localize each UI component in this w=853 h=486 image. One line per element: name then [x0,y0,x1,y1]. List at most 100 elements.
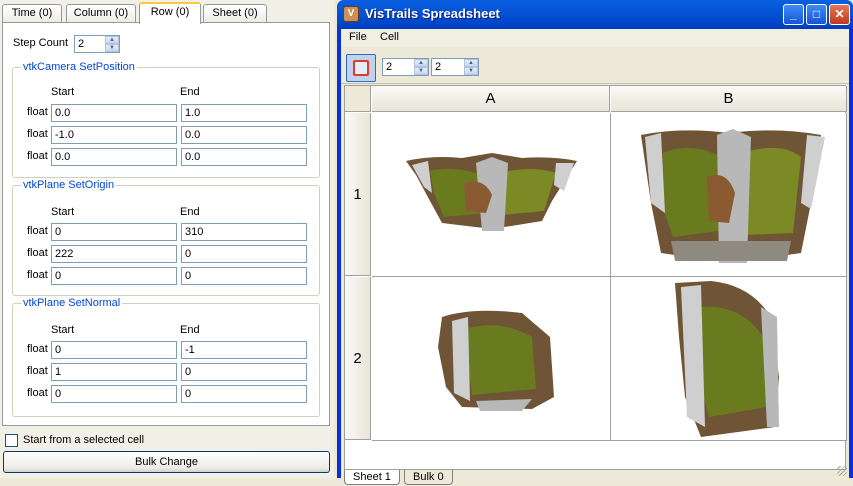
vistrails-app-icon: V [343,6,359,22]
cell-b1[interactable] [611,113,847,277]
end-field[interactable]: 310 [181,223,307,241]
spreadsheet-window: V VisTrails Spreadsheet _ □ ✕ File Cell … [337,0,853,485]
type-label: float [27,247,48,259]
tab-row[interactable]: Row (0) [139,2,201,24]
sheet-tab-bar: Sheet 1 Bulk 0 [344,470,849,486]
start-field[interactable]: 1 [51,363,177,381]
group-title: vtkCamera SetPosition [21,61,137,73]
menu-cell[interactable]: Cell [380,31,399,43]
tab-column[interactable]: Column (0) [66,4,136,23]
start-field[interactable]: 0.0 [51,148,177,166]
grid-corner[interactable] [345,86,371,112]
column-count-spin-buttons[interactable]: ▲ ▼ [464,59,478,75]
end-field[interactable]: 0.0 [181,126,307,144]
spin-up-icon[interactable]: ▲ [464,59,478,67]
type-label: float [27,343,48,355]
group-title: vtkPlane SetNormal [21,297,123,309]
column-header-b[interactable]: B [611,86,847,112]
type-label: float [27,269,48,281]
end-header: End [180,86,200,98]
start-field[interactable]: 0 [51,267,177,285]
rendering-canvas[interactable] [372,277,611,441]
rendering-canvas[interactable] [611,113,847,277]
spin-up-icon[interactable]: ▲ [414,59,428,67]
fit-cells-button[interactable] [346,54,376,82]
row-header-2[interactable]: 2 [345,277,371,440]
end-header: End [180,206,200,218]
start-field[interactable]: 0.0 [51,104,177,122]
end-header: End [180,324,200,336]
menu-bar: File Cell [341,29,849,47]
start-from-selected-label: Start from a selected cell [23,434,145,446]
spreadsheet-grid: A B 1 2 [344,85,847,470]
spin-down-icon[interactable]: ▼ [414,67,428,75]
start-header: Start [51,206,75,218]
start-field[interactable]: -1.0 [51,126,177,144]
step-count-input[interactable]: 2 ▲ ▼ [74,35,120,53]
rendering-canvas[interactable] [372,113,611,277]
start-field[interactable]: 0 [51,385,177,403]
spin-up-icon[interactable]: ▲ [105,36,119,44]
row-count-input[interactable]: 2 ▲ ▼ [382,58,429,76]
end-field[interactable]: 0.0 [181,148,307,166]
row-header-1[interactable]: 1 [345,113,371,276]
bulk-changer-panel: Time (0) Column (0) Row (0) Sheet (0) St… [0,0,334,478]
bulk-change-button[interactable]: Bulk Change [3,451,330,473]
start-header: Start [51,324,75,336]
title-bar[interactable]: V VisTrails Spreadsheet _ □ ✕ [337,0,853,29]
rendering-canvas[interactable] [611,277,847,441]
window-title: VisTrails Spreadsheet [365,6,500,21]
group-plane-setorigin: vtkPlane SetOrigin Start End float 0 310… [12,179,320,296]
spin-down-icon[interactable]: ▼ [105,44,119,52]
type-label: float [27,387,48,399]
spin-down-icon[interactable]: ▼ [464,67,478,75]
cell-a2[interactable] [372,277,611,441]
type-label: float [27,106,48,118]
step-count-label: Step Count [13,37,69,49]
end-field[interactable]: 0 [181,267,307,285]
start-field[interactable]: 0 [51,341,177,359]
cell-b2[interactable] [611,277,847,441]
type-label: float [27,128,48,140]
resize-grip-icon[interactable] [837,466,847,476]
type-label: float [27,365,48,377]
tab-time[interactable]: Time (0) [2,4,62,23]
cell-a1[interactable] [372,113,611,277]
start-from-selected-checkbox[interactable] [5,434,18,447]
column-count-input[interactable]: 2 ▲ ▼ [431,58,479,76]
group-title: vtkPlane SetOrigin [21,179,117,191]
column-count-value: 2 [435,61,442,73]
group-plane-setnormal: vtkPlane SetNormal Start End float 0 -1 … [12,297,320,417]
row-count-spin-buttons[interactable]: ▲ ▼ [414,59,428,75]
start-field[interactable]: 0 [51,223,177,241]
group-camera-setposition: vtkCamera SetPosition Start End float 0.… [12,61,320,178]
step-count-spin-buttons[interactable]: ▲ ▼ [105,36,119,52]
minimize-icon[interactable]: _ [783,4,804,25]
close-icon[interactable]: ✕ [829,4,850,25]
column-header-a[interactable]: A [372,86,610,112]
torso-rendering-b1 [641,129,825,263]
column-count-spinbox[interactable]: 2 ▲ ▼ [431,58,479,76]
toolbar: 2 ▲ ▼ 2 ▲ ▼ [341,48,849,84]
window-client: File Cell 2 ▲ ▼ 2 ▲ ▼ A B 1 2 Sheet 1 Bu… [341,29,849,485]
torso-rendering-a2 [438,310,554,411]
end-field[interactable]: 0 [181,363,307,381]
maximize-icon[interactable]: □ [806,4,827,25]
fit-cells-icon [353,60,369,76]
start-field[interactable]: 222 [51,245,177,263]
type-label: float [27,150,48,162]
type-label: float [27,225,48,237]
end-field[interactable]: 0 [181,385,307,403]
step-count-value: 2 [78,38,85,50]
row-count-value: 2 [386,61,393,73]
start-header: Start [51,86,75,98]
menu-file[interactable]: File [349,31,367,43]
row-tab-page: Step Count 2 ▲ ▼ vtkCamera SetPosition S… [2,22,330,426]
tab-sheet[interactable]: Sheet (0) [203,4,267,23]
torso-rendering-a1 [406,153,577,231]
row-count-spinbox[interactable]: 2 ▲ ▼ [382,58,429,76]
end-field[interactable]: 1.0 [181,104,307,122]
end-field[interactable]: -1 [181,341,307,359]
step-count-spinbox[interactable]: 2 ▲ ▼ [74,35,120,53]
end-field[interactable]: 0 [181,245,307,263]
